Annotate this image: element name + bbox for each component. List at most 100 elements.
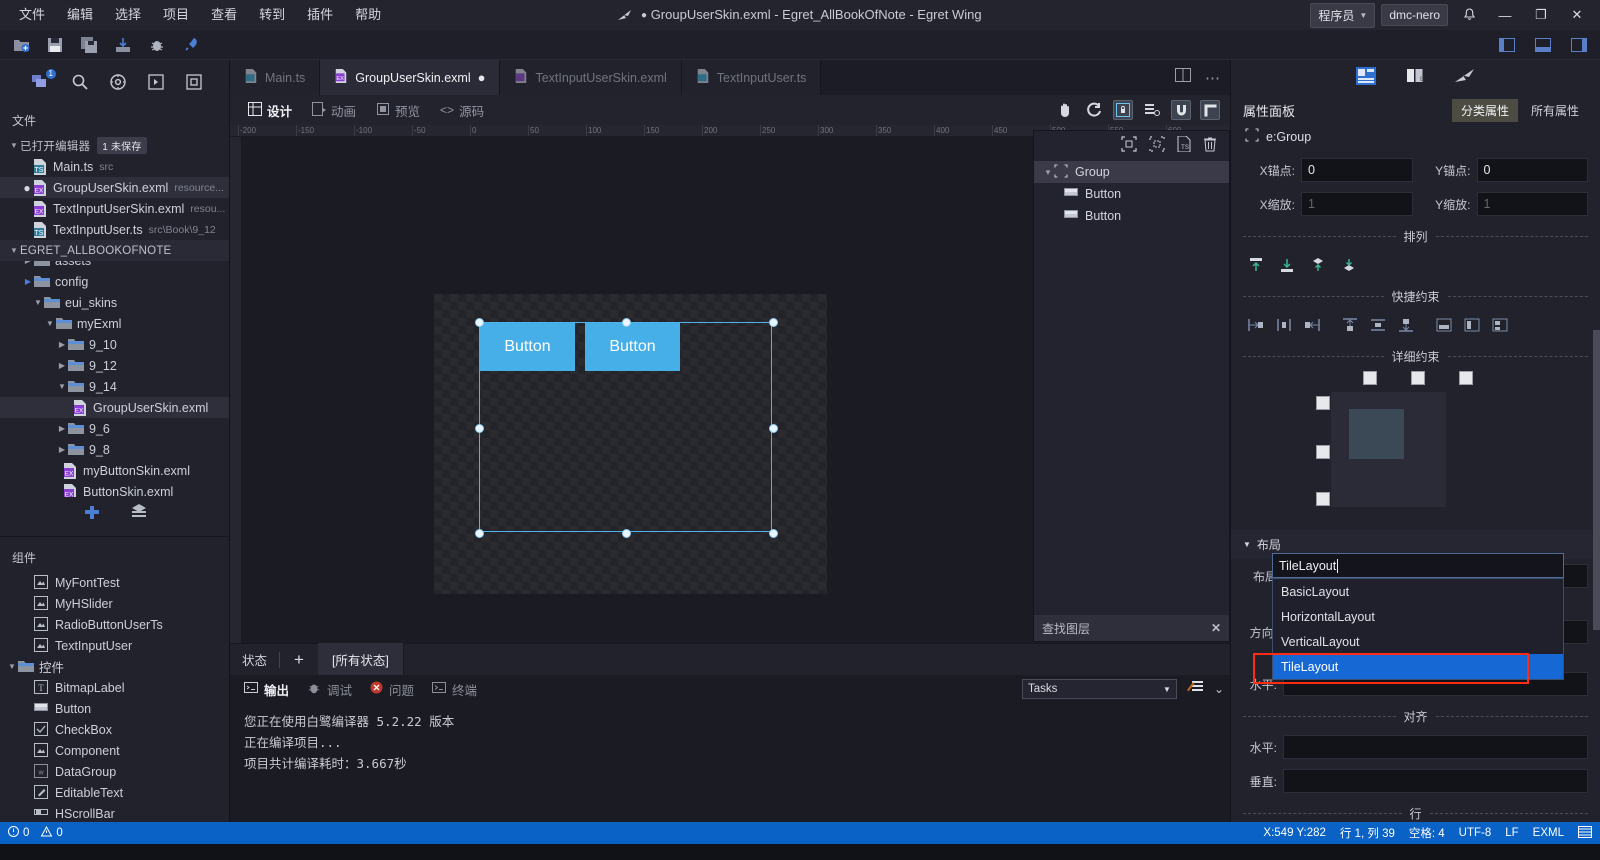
debug-icon[interactable]: [144, 70, 168, 94]
menu-item-help[interactable]: 帮助: [344, 3, 392, 27]
status-encoding[interactable]: UTF-8: [1459, 827, 1492, 839]
close-icon[interactable]: ✕: [1211, 621, 1221, 635]
seg-categorized-properties[interactable]: 分类属性: [1451, 98, 1518, 122]
align-vertical-input[interactable]: [1283, 769, 1588, 793]
constraint-checkbox-left-top[interactable]: [1316, 396, 1330, 410]
bring-forward-icon[interactable]: [1307, 254, 1328, 275]
constrain-middle-v-icon[interactable]: [1367, 314, 1388, 335]
resize-handle-s[interactable]: [622, 529, 631, 538]
layout-option-verticallayout[interactable]: VerticalLayout: [1273, 629, 1563, 654]
tab-source[interactable]: <> 源码: [432, 98, 492, 123]
adsorb-icon[interactable]: [1200, 100, 1220, 120]
constraint-checkbox-top-right[interactable]: [1459, 371, 1473, 385]
save-all-icon[interactable]: [76, 33, 102, 57]
layers-icon[interactable]: [1142, 100, 1162, 120]
component-item-myhslider[interactable]: MyHSlider: [0, 593, 229, 614]
extensions-icon[interactable]: [182, 70, 206, 94]
component-item-bitmaplabel[interactable]: T BitmapLabel: [0, 677, 229, 698]
editor-tab-textinputuserskin[interactable]: TextInputUserSkin.exml: [500, 60, 682, 95]
x-scale-input[interactable]: 1: [1301, 192, 1413, 216]
hand-tool-icon[interactable]: [1055, 100, 1075, 120]
create-ts-icon[interactable]: TS: [1177, 135, 1191, 157]
component-item-hscrollbar[interactable]: HScrollBar: [0, 803, 229, 824]
library-icon[interactable]: [130, 503, 148, 528]
import-icon[interactable]: [110, 33, 136, 57]
y-anchor-input[interactable]: 0: [1476, 158, 1588, 182]
role-chip[interactable]: 程序员 ▼: [1310, 2, 1376, 28]
fill-width-icon[interactable]: [1433, 314, 1454, 335]
component-item-myfonttest[interactable]: MyFontTest: [0, 572, 229, 593]
constraint-checkbox-left-middle[interactable]: [1316, 445, 1330, 459]
maximize-button[interactable]: ❐: [1526, 0, 1556, 30]
tree-item-groupuserskin[interactable]: EX GroupUserSkin.exml: [0, 397, 229, 418]
close-button[interactable]: ✕: [1562, 0, 1592, 30]
output-tab-problems[interactable]: 问题: [370, 680, 414, 699]
scm-icon[interactable]: [106, 70, 130, 94]
status-warnings[interactable]: 0: [41, 825, 63, 840]
magnet-icon[interactable]: [1171, 100, 1191, 120]
layer-search-box[interactable]: 查找图层 ✕: [1034, 615, 1229, 641]
feedback-icon[interactable]: [1578, 825, 1592, 841]
y-scale-input[interactable]: 1: [1476, 192, 1588, 216]
tab-animation[interactable]: 动画: [304, 98, 364, 123]
user-chip[interactable]: dmc-nero: [1381, 4, 1448, 26]
layout-option-tilelayout[interactable]: TileLayout: [1273, 654, 1563, 679]
split-editor-icon[interactable]: [1175, 68, 1191, 87]
tree-item-assets[interactable]: ▶ assets: [0, 261, 229, 271]
publish-icon[interactable]: [178, 33, 204, 57]
tree-item-config[interactable]: ▶ config: [0, 271, 229, 292]
collapse-panel-icon[interactable]: ⌄: [1214, 682, 1224, 696]
open-editors-header[interactable]: ▼ 已打开编辑器 1 未保存: [0, 135, 229, 156]
minimize-button[interactable]: —: [1490, 0, 1520, 30]
tree-item-9-10[interactable]: ▶ 9_10: [0, 334, 229, 355]
resize-handle-n[interactable]: [622, 318, 631, 327]
status-language-mode[interactable]: EXML: [1533, 827, 1564, 839]
layer-node-button-2[interactable]: Button: [1034, 205, 1229, 227]
menu-item-plugin[interactable]: 插件: [296, 3, 344, 27]
component-item-checkbox[interactable]: CheckBox: [0, 719, 229, 740]
seg-all-properties[interactable]: 所有属性: [1522, 99, 1588, 122]
tree-item-9-14[interactable]: ▼ 9_14: [0, 376, 229, 397]
resize-handle-se[interactable]: [769, 529, 778, 538]
bell-icon[interactable]: [1454, 0, 1484, 30]
align-horizontal-input[interactable]: [1283, 735, 1588, 759]
status-cursor-position[interactable]: X:549 Y:282: [1263, 827, 1325, 839]
menu-item-goto[interactable]: 转到: [248, 3, 296, 27]
debug-icon[interactable]: [144, 33, 170, 57]
component-item-radiobuttonuserts[interactable]: RadioButtonUserTs: [0, 614, 229, 635]
new-file-icon[interactable]: [8, 33, 34, 57]
refresh-icon[interactable]: [1084, 100, 1104, 120]
output-tab-terminal[interactable]: 终端: [432, 680, 477, 699]
more-actions-icon[interactable]: ⋯: [1205, 69, 1222, 87]
help-icon[interactable]: E: [1406, 67, 1425, 89]
constrain-center-h-icon[interactable]: [1273, 314, 1294, 335]
add-state-button[interactable]: +: [280, 650, 318, 670]
layout-left-icon[interactable]: [1494, 33, 1520, 57]
explorer-icon[interactable]: 1: [30, 69, 56, 94]
resize-handle-nw[interactable]: [475, 318, 484, 327]
open-editor-item[interactable]: TS TextInputUser.ts src\Book\9_12: [0, 219, 229, 240]
send-to-back-icon[interactable]: [1276, 254, 1297, 275]
menu-item-file[interactable]: 文件: [8, 3, 56, 27]
resize-handle-ne[interactable]: [769, 318, 778, 327]
constraint-checkbox-left-bottom[interactable]: [1316, 492, 1330, 506]
status-eol[interactable]: LF: [1505, 827, 1518, 839]
constraint-checkbox-top-center[interactable]: [1411, 371, 1425, 385]
constrain-bottom-icon[interactable]: [1395, 314, 1416, 335]
tree-item-myexml[interactable]: ▼ myExml: [0, 313, 229, 334]
fill-both-icon[interactable]: [1489, 314, 1510, 335]
menu-item-view[interactable]: 查看: [200, 3, 248, 27]
tree-item-9-12[interactable]: ▶ 9_12: [0, 355, 229, 376]
component-item-component[interactable]: Component: [0, 740, 229, 761]
component-group-controls[interactable]: ▼ 控件: [0, 656, 229, 677]
fill-height-icon[interactable]: [1461, 314, 1482, 335]
constrain-right-icon[interactable]: [1301, 314, 1322, 335]
state-tab-all[interactable]: [所有状态]: [317, 643, 404, 676]
open-editor-item[interactable]: EX TextInputUserSkin.exml resou...: [0, 198, 229, 219]
bring-to-front-icon[interactable]: [1245, 254, 1266, 275]
open-editor-item[interactable]: ● EX GroupUserSkin.exml resource...: [0, 177, 229, 198]
delete-icon[interactable]: [1203, 136, 1217, 157]
search-icon[interactable]: [68, 70, 92, 94]
constrain-top-icon[interactable]: [1339, 314, 1360, 335]
resize-handle-sw[interactable]: [475, 529, 484, 538]
